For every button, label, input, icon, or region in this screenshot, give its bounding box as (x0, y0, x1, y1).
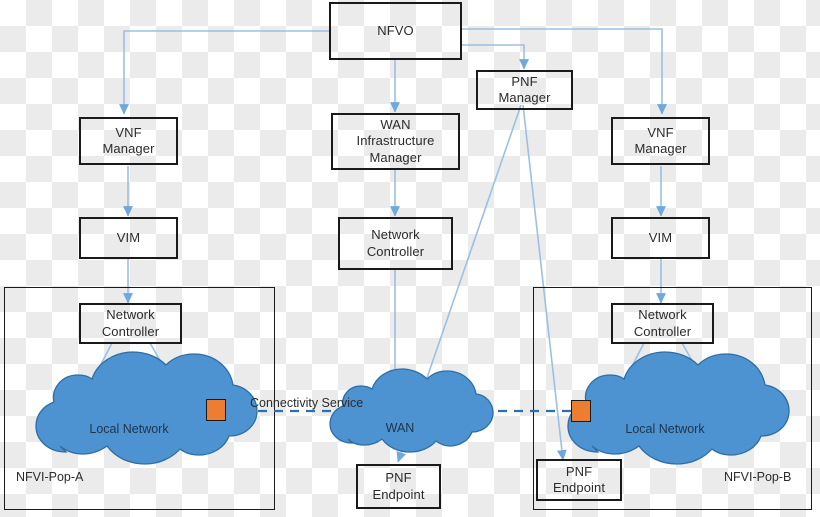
cloud-label-wan: WAN (385, 421, 415, 435)
port-local-network-a (206, 399, 226, 421)
node-pnf-endpoint-right[interactable]: PNF Endpoint (536, 459, 622, 501)
cloud-wan (329, 368, 494, 453)
cloud-label-local-network-b: Local Network (625, 422, 705, 436)
node-pnf-manager[interactable]: PNF Manager (476, 70, 573, 110)
nfvi-pop-a-label: NFVI-Pop-A (16, 470, 84, 484)
cloud-label-local-network-a: Local Network (89, 422, 169, 436)
node-vim-b[interactable]: VIM (611, 217, 710, 259)
node-nfvo[interactable]: NFVO (329, 2, 462, 60)
node-network-controller-a[interactable]: Network Controller (79, 303, 182, 344)
port-local-network-b (571, 400, 591, 422)
wire-nfvo-to-vnf-manager-a (119, 30, 329, 115)
wire-nfvo-to-pnf-manager (462, 44, 529, 70)
diagram-canvas: NFVI-Pop-A NFVI-Pop-B Local Network WAN … (0, 0, 820, 517)
connectivity-service-label: Connectivity Service (250, 396, 364, 410)
node-vnf-manager-b[interactable]: VNF Manager (611, 117, 710, 165)
node-vim-a[interactable]: VIM (79, 217, 178, 259)
nfvi-pop-b-label: NFVI-Pop-B (724, 470, 792, 484)
node-pnf-endpoint-center[interactable]: PNF Endpoint (356, 464, 441, 509)
node-network-controller-b[interactable]: Network Controller (611, 303, 714, 344)
node-network-controller-wan[interactable]: Network Controller (338, 217, 453, 270)
node-vnf-manager-a[interactable]: VNF Manager (79, 117, 178, 165)
node-wan-infrastructure-manager[interactable]: WAN Infrastructure Manager (331, 113, 460, 170)
